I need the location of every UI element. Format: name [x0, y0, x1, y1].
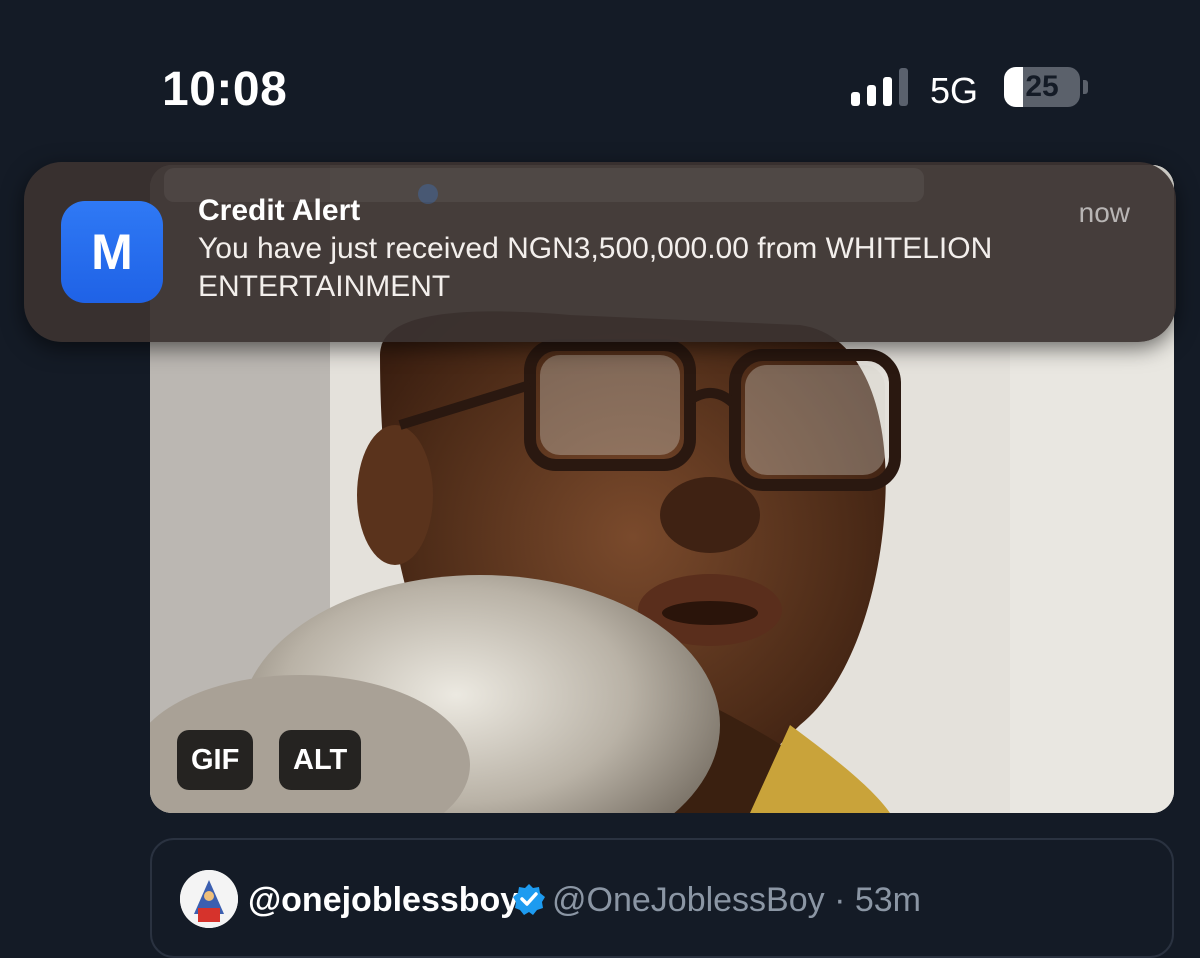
- status-time: 10:08: [162, 63, 288, 116]
- battery-tip: [1083, 80, 1088, 94]
- avatar-image: [180, 870, 238, 928]
- background-verified-ghost: [418, 184, 438, 204]
- notification-body: You have just received NGN3,500,000.00 f…: [198, 232, 993, 303]
- gif-badge[interactable]: GIF: [177, 730, 254, 790]
- avatar[interactable]: [180, 870, 238, 928]
- signal-bar-2: [867, 85, 876, 106]
- signal-bar-1: [851, 92, 860, 106]
- quoted-tweet-card[interactable]: @onejoblessboy @OneJoblessBoy · 53m: [150, 838, 1174, 958]
- quoted-display-name[interactable]: @onejoblessboy: [248, 880, 519, 920]
- alt-text-button[interactable]: ALT: [279, 730, 362, 790]
- battery-level: 25: [1025, 70, 1059, 103]
- cellular-signal-icon: [851, 68, 913, 106]
- bank-app-icon: M: [61, 201, 163, 303]
- credit-alert-notification[interactable]: M Credit Alert now You have just receive…: [24, 162, 1176, 342]
- chevron-up-icon: [566, 0, 633, 31]
- signal-bar-4: [899, 68, 908, 106]
- signal-bar-3: [883, 77, 892, 106]
- verified-badge-icon: [513, 884, 545, 915]
- notification-title: Credit Alert: [198, 194, 361, 227]
- network-type: 5G: [930, 70, 979, 111]
- quoted-handle-and-time: @OneJoblessBoy · 53m: [552, 881, 922, 919]
- battery-icon: 25: [1004, 67, 1080, 107]
- notification-time: now: [1078, 197, 1130, 228]
